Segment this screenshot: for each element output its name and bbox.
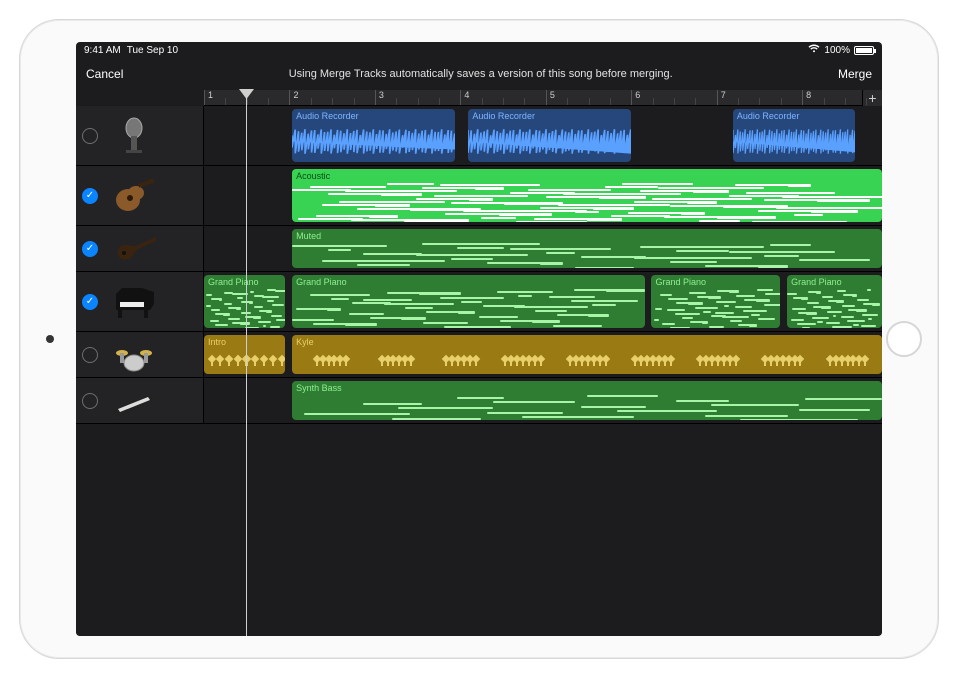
track-select-checkbox[interactable]: [82, 128, 98, 144]
ruler-tick: 7: [717, 90, 726, 105]
track-select-checkbox[interactable]: ✓: [82, 241, 98, 257]
track-select-checkbox[interactable]: [82, 347, 98, 363]
piano-icon: [104, 280, 164, 324]
track-select-checkbox[interactable]: ✓: [82, 294, 98, 310]
home-button[interactable]: [886, 321, 922, 357]
midi-notes: [292, 393, 882, 418]
playhead[interactable]: [246, 90, 247, 636]
timeline-ruler[interactable]: 1 2 3 4 5 6 7 8: [204, 90, 862, 106]
track-lane[interactable]: Audio Recorder Audio Recorder Audio Record…: [204, 106, 882, 165]
track-header[interactable]: ✓: [76, 226, 204, 271]
track-row: Audio Recorder Audio Recorder Audio Record…: [76, 106, 882, 166]
track-select-checkbox[interactable]: [82, 393, 98, 409]
track-lane[interactable]: Synth Bass: [204, 378, 882, 423]
synth-icon: [104, 379, 164, 423]
track-header[interactable]: ✓: [76, 166, 204, 225]
region[interactable]: Audio Recorder: [292, 109, 455, 162]
region-label: Grand Piano: [296, 277, 641, 287]
ruler-tick: 3: [375, 90, 384, 105]
midi-notes: [292, 287, 645, 326]
region[interactable]: Grand Piano: [204, 275, 285, 328]
battery-icon: [854, 46, 874, 55]
track-lane[interactable]: Muted: [204, 226, 882, 271]
track-row: ✓Grand PianoGrand PianoGrand PianoGrand …: [76, 272, 882, 332]
tracks-area: Audio Recorder Audio Recorder Audio Record…: [76, 106, 882, 636]
track-lane[interactable]: Intro Kyle: [204, 332, 882, 377]
track-header[interactable]: [76, 332, 204, 377]
drums-icon: [104, 333, 164, 377]
region[interactable]: Grand Piano: [651, 275, 780, 328]
drum-hits: [292, 347, 882, 372]
navbar: Cancel Using Merge Tracks automatically …: [76, 58, 882, 90]
region[interactable]: Audio Recorder: [468, 109, 631, 162]
track-row: ✓ Acoustic: [76, 166, 882, 226]
region[interactable]: Grand Piano: [292, 275, 645, 328]
add-track-button[interactable]: +: [862, 90, 882, 106]
ipad-frame: 9:41 AM Tue Sep 10 100% Cancel Using Mer…: [19, 19, 939, 659]
status-date: Tue Sep 10: [127, 45, 178, 56]
track-lane[interactable]: Acoustic: [204, 166, 882, 225]
midi-notes: [651, 287, 780, 326]
region[interactable]: Synth Bass: [292, 381, 882, 420]
ruler-tick: 6: [631, 90, 640, 105]
ruler-tick: 8: [802, 90, 811, 105]
status-time: 9:41 AM: [84, 45, 121, 56]
acoustic-icon: [104, 174, 164, 218]
region[interactable]: Kyle: [292, 335, 882, 374]
ruler-spacer: [76, 90, 204, 106]
track-row: Synth Bass: [76, 378, 882, 424]
region[interactable]: Muted: [292, 229, 882, 268]
bass-icon: [104, 227, 164, 271]
midi-notes: [204, 287, 285, 326]
workspace: 12345678 + Audio RecorderAudio RecorderA…: [76, 90, 882, 636]
region-label: Audio Recorder: [472, 111, 627, 121]
mic-icon: [104, 114, 164, 158]
ruler-tick: 5: [546, 90, 555, 105]
region-label: Audio Recorder: [737, 111, 851, 121]
waveform: [292, 121, 455, 162]
waveform: [733, 121, 855, 162]
ruler-row: 1 2 3 4 5 6 7 8 +: [76, 90, 882, 106]
track-select-checkbox[interactable]: ✓: [82, 188, 98, 204]
ruler-tick: 1: [204, 90, 213, 105]
drum-hits: [204, 347, 285, 372]
status-bar: 9:41 AM Tue Sep 10 100%: [76, 42, 882, 58]
region[interactable]: Audio Recorder: [733, 109, 855, 162]
ruler-tick: 2: [289, 90, 298, 105]
merge-button[interactable]: Merge: [838, 67, 872, 81]
track-lane[interactable]: Grand Piano Grand Piano Grand Piano Grand P…: [204, 272, 882, 331]
region-label: Synth Bass: [296, 383, 878, 393]
region-label: Grand Piano: [208, 277, 281, 287]
battery-percent: 100%: [824, 45, 850, 56]
region-label: Muted: [296, 231, 878, 241]
midi-notes: [292, 181, 882, 220]
track-row: ✓ Muted: [76, 226, 882, 272]
region-label: Grand Piano: [791, 277, 878, 287]
track-header[interactable]: ✓: [76, 272, 204, 331]
region-label: Intro: [208, 337, 281, 347]
ruler-tick: 4: [460, 90, 469, 105]
region[interactable]: Grand Piano: [787, 275, 882, 328]
cancel-button[interactable]: Cancel: [86, 67, 123, 81]
region[interactable]: Intro: [204, 335, 285, 374]
midi-notes: [292, 241, 882, 266]
wifi-icon: [808, 44, 820, 56]
region[interactable]: Acoustic: [292, 169, 882, 222]
region-label: Acoustic: [296, 171, 878, 181]
track-row: Intro Kyle: [76, 332, 882, 378]
screen: 9:41 AM Tue Sep 10 100% Cancel Using Mer…: [76, 42, 882, 636]
track-header[interactable]: [76, 378, 204, 423]
midi-notes: [787, 287, 882, 326]
region-label: Grand Piano: [655, 277, 776, 287]
region-label: Kyle: [296, 337, 878, 347]
track-header[interactable]: [76, 106, 204, 165]
navbar-title: Using Merge Tracks automatically saves a…: [123, 68, 838, 80]
region-label: Audio Recorder: [296, 111, 451, 121]
camera-dot: [46, 335, 54, 343]
waveform: [468, 121, 631, 162]
